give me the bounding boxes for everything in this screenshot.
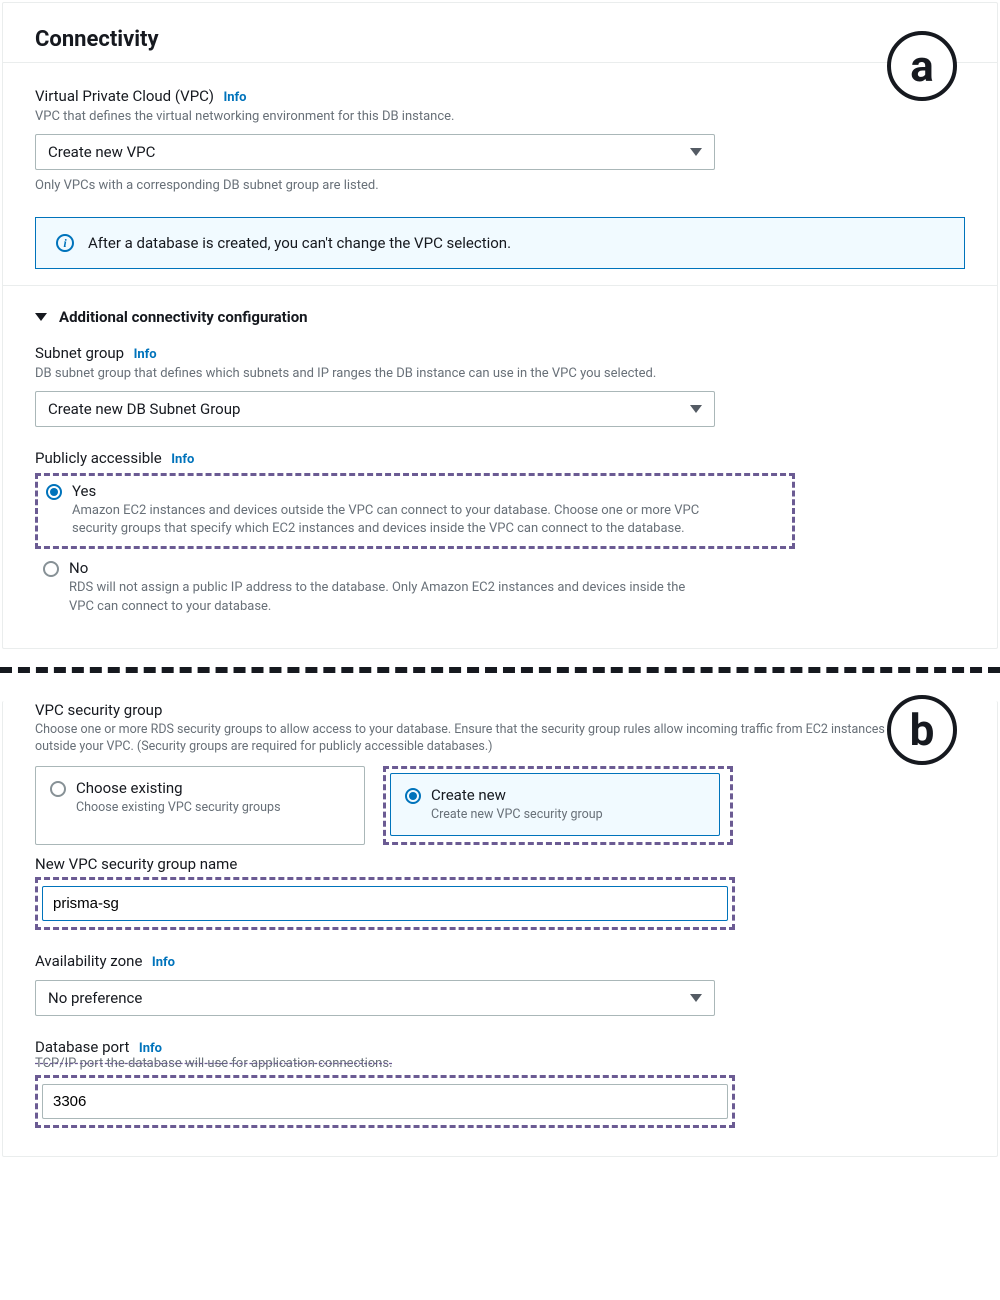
public-access-block: Publicly accessible Info Yes Amazon EC2 … <box>3 431 997 620</box>
sg-choose-existing-card[interactable]: Choose existing Choose existing VPC secu… <box>35 766 365 846</box>
vpc-info-banner-text: After a database is created, you can't c… <box>88 234 511 252</box>
highlight-port <box>35 1075 735 1128</box>
vpc-info-banner: i After a database is created, you can't… <box>35 217 965 269</box>
sg-existing-title: Choose existing <box>76 779 281 797</box>
chevron-down-icon <box>690 148 702 156</box>
sg-create-new-card[interactable]: Create new Create new VPC security group <box>390 773 720 837</box>
additional-config-title: Additional connectivity configuration <box>59 308 308 326</box>
section-divider <box>0 667 1000 673</box>
subnet-block: Subnet group Info DB subnet group that d… <box>3 326 997 431</box>
subnet-select-value: Create new DB Subnet Group <box>36 392 714 426</box>
chevron-down-icon <box>35 313 47 321</box>
sg-help: Choose one or more RDS security groups t… <box>35 721 965 756</box>
public-no-label: No <box>69 559 709 577</box>
section-title: Connectivity <box>35 27 965 52</box>
highlight-sg-name <box>35 877 735 930</box>
security-group-panel: b VPC security group Choose one or more … <box>2 701 998 1158</box>
port-input[interactable] <box>42 1084 728 1119</box>
sg-createnew-desc: Create new VPC security group <box>431 806 603 824</box>
az-label: Availability zone <box>35 952 142 970</box>
annotation-badge-b: b <box>887 695 957 765</box>
public-yes-radio[interactable]: Yes Amazon EC2 instances and devices out… <box>46 482 784 538</box>
subnet-info-link[interactable]: Info <box>134 347 157 362</box>
highlight-sg-create-new: Create new Create new VPC security group <box>383 766 733 846</box>
az-select[interactable]: No preference <box>35 980 715 1016</box>
sg-newname-label: New VPC security group name <box>35 855 965 873</box>
port-label: Database port <box>35 1038 129 1056</box>
annotation-badge-a: a <box>887 31 957 101</box>
vpc-help: VPC that defines the virtual networking … <box>35 109 965 124</box>
public-access-label: Publicly accessible <box>35 449 162 467</box>
public-no-radio[interactable]: No RDS will not assign a public IP addre… <box>35 559 965 615</box>
port-block: Database port Info TCP/IP port the datab… <box>35 1038 965 1128</box>
vpc-info-link[interactable]: Info <box>223 90 246 105</box>
info-icon: i <box>56 234 74 252</box>
radio-icon <box>405 788 421 804</box>
subnet-label: Subnet group <box>35 344 124 362</box>
az-block: Availability zone Info No preference <box>35 952 965 1016</box>
section-header: Connectivity <box>3 3 997 62</box>
sg-existing-desc: Choose existing VPC security groups <box>76 799 281 817</box>
az-select-value: No preference <box>36 981 714 1015</box>
subnet-select[interactable]: Create new DB Subnet Group <box>35 391 715 427</box>
additional-config-toggle[interactable]: Additional connectivity configuration <box>3 286 997 326</box>
chevron-down-icon <box>690 405 702 413</box>
highlight-public-yes: Yes Amazon EC2 instances and devices out… <box>35 473 795 549</box>
public-no-desc: RDS will not assign a public IP address … <box>69 579 709 615</box>
vpc-label: Virtual Private Cloud (VPC) <box>35 87 214 105</box>
connectivity-panel: a Connectivity Virtual Private Cloud (VP… <box>2 2 998 649</box>
vpc-select[interactable]: Create new VPC <box>35 134 715 170</box>
public-access-info-link[interactable]: Info <box>171 452 194 467</box>
sg-createnew-title: Create new <box>431 786 603 804</box>
vpc-block: Virtual Private Cloud (VPC) Info VPC tha… <box>3 62 997 286</box>
vpc-label-row: Virtual Private Cloud (VPC) Info <box>35 87 965 105</box>
radio-icon <box>46 484 62 500</box>
sg-newname-input[interactable] <box>42 886 728 921</box>
sg-option-row: Choose existing Choose existing VPC secu… <box>35 766 965 846</box>
chevron-down-icon <box>690 994 702 1002</box>
az-info-link[interactable]: Info <box>152 955 175 970</box>
public-yes-desc: Amazon EC2 instances and devices outside… <box>72 502 712 538</box>
vpc-post-help: Only VPCs with a corresponding DB subnet… <box>35 178 965 193</box>
radio-icon <box>50 781 66 797</box>
public-yes-label: Yes <box>72 482 712 500</box>
port-help: TCP/IP port the database will use for ap… <box>35 1056 965 1071</box>
port-info-link[interactable]: Info <box>139 1041 162 1056</box>
sg-label: VPC security group <box>35 701 965 719</box>
vpc-select-value: Create new VPC <box>36 135 714 169</box>
radio-icon <box>43 561 59 577</box>
subnet-help: DB subnet group that defines which subne… <box>35 366 965 381</box>
